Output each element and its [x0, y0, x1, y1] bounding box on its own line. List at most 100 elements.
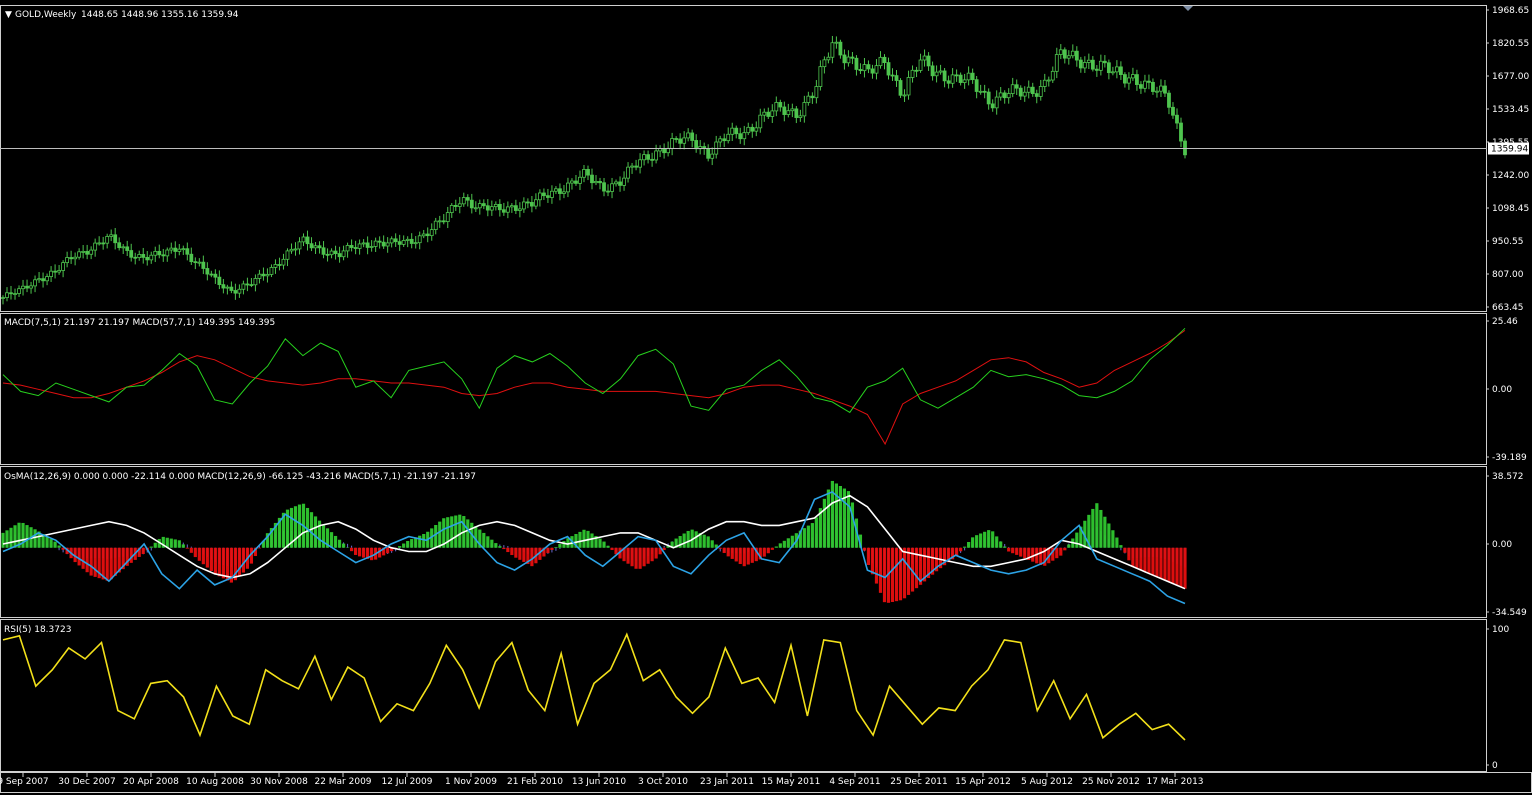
price-tick-label: 807.00	[1492, 270, 1524, 280]
osma-bar	[878, 547, 883, 593]
price-candle	[950, 68, 955, 88]
collapse-arrow-icon[interactable]: ▼	[5, 10, 12, 20]
price-candle	[1030, 82, 1035, 97]
time-tick-label: 17 Mar 2013	[1146, 777, 1203, 787]
osma-bar	[109, 547, 113, 580]
osma-bar	[486, 536, 490, 548]
price-candle	[1046, 76, 1051, 87]
osma-bar	[822, 498, 826, 548]
price-candle	[758, 108, 763, 133]
osma-bar	[522, 547, 526, 562]
indicator-tick-label: 100	[1492, 625, 1509, 635]
osma-bar	[590, 533, 594, 548]
indicator-tick-label: -39.189	[1492, 453, 1527, 463]
osma-bar	[358, 547, 362, 557]
price-candle	[345, 242, 350, 258]
price-candle	[618, 176, 622, 192]
price-candle	[1050, 66, 1055, 83]
price-candle	[237, 284, 242, 298]
price-candle	[1054, 47, 1059, 79]
price-candle	[802, 95, 807, 123]
price-panel-title: GOLD,Weekly	[15, 10, 77, 20]
price-candle	[117, 237, 122, 251]
price-candle	[241, 280, 246, 295]
osma-bar	[646, 547, 650, 564]
price-panel-frame	[0, 5, 1487, 312]
price-candle	[1159, 79, 1163, 98]
price-candle	[590, 168, 594, 190]
osma-bar	[1031, 547, 1035, 562]
time-tick-label: 30 Nov 2008	[250, 777, 308, 787]
price-candle	[277, 257, 282, 271]
price-candle	[1010, 77, 1015, 98]
price-candle	[245, 277, 250, 292]
price-candle	[738, 127, 743, 144]
osma-bar	[57, 545, 61, 548]
price-candle	[341, 245, 346, 261]
price-candle	[1147, 74, 1151, 90]
price-candle	[197, 258, 202, 267]
price-candle	[1058, 44, 1063, 60]
osma-bar	[606, 545, 610, 548]
price-candle	[81, 245, 86, 259]
osma-bar	[862, 547, 867, 551]
price-candle	[686, 128, 691, 142]
price-candle	[409, 233, 414, 249]
price-candle	[517, 202, 522, 218]
osma-bar	[979, 533, 983, 548]
osma-bar	[1055, 547, 1059, 559]
price-candle	[113, 227, 118, 250]
osma-bar	[193, 547, 197, 558]
osma-bar	[510, 547, 514, 556]
chart-shift-marker-icon[interactable]	[1183, 6, 1193, 11]
price-candle	[133, 252, 138, 265]
price-candle	[862, 57, 867, 78]
rsi-panel-frame	[0, 619, 1487, 772]
osma-bar	[5, 530, 9, 548]
price-candle	[261, 267, 266, 281]
price-candle	[305, 230, 310, 251]
osma-bar	[181, 544, 185, 548]
osma-bar	[422, 533, 426, 548]
price-candle	[978, 84, 983, 95]
price-candle	[285, 248, 290, 267]
price-panel[interactable]	[0, 6, 1487, 305]
price-candle	[710, 147, 715, 166]
price-candle	[521, 197, 526, 213]
price-candle	[233, 283, 238, 300]
price-candle	[858, 63, 863, 74]
price-axis: 1968.651820.551677.001533.451395.551242.…	[1487, 6, 1529, 771]
price-candle	[574, 174, 578, 186]
price-candle	[678, 133, 683, 150]
price-candle	[1098, 54, 1103, 76]
macd-panel-frame	[0, 313, 1487, 465]
price-candle	[129, 243, 134, 262]
indicator-tick-label: 38.572	[1492, 472, 1524, 482]
osma-bar	[1171, 547, 1175, 584]
osma-bar	[45, 536, 49, 548]
price-tick-label: 1098.45	[1492, 204, 1529, 214]
price-tick-label: 1242.00	[1492, 171, 1529, 181]
price-candle	[49, 266, 53, 282]
price-candle	[497, 199, 502, 217]
indicator-tick-label: 0.00	[1492, 385, 1512, 395]
price-candle	[770, 104, 775, 123]
price-candle	[469, 193, 474, 214]
price-candle	[538, 189, 542, 207]
gold-chart[interactable]: 1968.651820.551677.001533.451395.551242.…	[0, 0, 1532, 795]
osma-panel[interactable]	[1, 480, 1187, 605]
macd-slow-line	[2, 329, 1186, 446]
osma-bar	[1123, 547, 1127, 553]
macd-panel[interactable]	[2, 327, 1186, 446]
price-candle	[397, 234, 402, 251]
price-candle	[874, 59, 879, 80]
rsi-panel[interactable]	[2, 632, 1186, 741]
osma-bar	[786, 538, 790, 548]
price-candle	[774, 96, 779, 117]
price-tick-label: 1533.45	[1492, 105, 1529, 115]
price-candle	[5, 287, 9, 302]
time-tick-label: 15 Apr 2012	[955, 777, 1011, 787]
osma-bar	[177, 540, 181, 548]
osma-bar	[770, 547, 774, 550]
osma-bar	[402, 543, 406, 548]
